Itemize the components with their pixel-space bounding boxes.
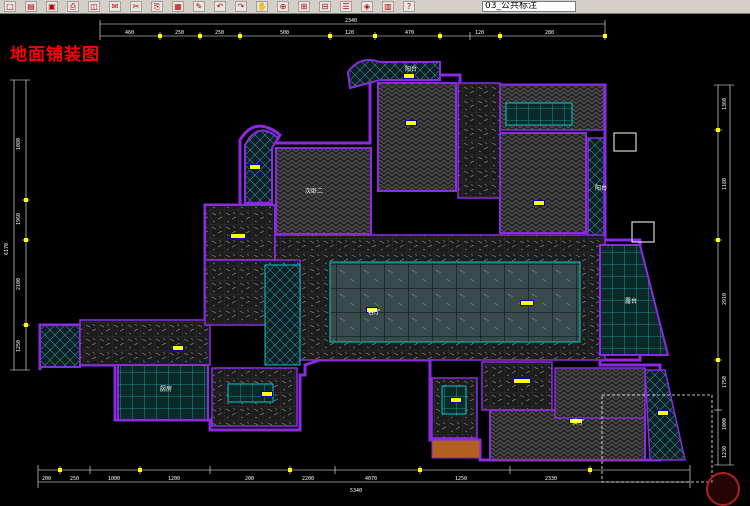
window-box — [613, 132, 637, 152]
living-room-floor — [329, 261, 581, 343]
redo-icon[interactable]: ↷ — [235, 1, 247, 12]
room-label-balcony-right: 阳台 — [595, 185, 608, 192]
room-tag[interactable] — [520, 300, 534, 306]
dim-top-overall: 2340 — [345, 18, 357, 24]
dim-top-4: 120 — [345, 30, 354, 36]
dim-right-4: 1000 — [722, 418, 728, 430]
drawing-title: 地面铺装图 — [10, 45, 100, 65]
properties-icon[interactable]: ☰ — [340, 1, 352, 12]
watermark-logo — [706, 472, 740, 506]
room-label-dining: 餐厅 — [572, 419, 585, 426]
room-tag[interactable] — [172, 345, 184, 351]
dim-bottom-overall: 5340 — [350, 488, 362, 494]
preview-icon[interactable]: ◫ — [88, 1, 100, 12]
room-tag[interactable] — [405, 120, 417, 126]
room-label-terrace: 露台 — [625, 298, 638, 305]
room-floors — [39, 59, 713, 483]
corridor-floor — [79, 319, 211, 366]
room-label-living: 客厅 — [368, 309, 381, 316]
dim-bottom-4: 200 — [245, 476, 254, 482]
dim-bottom-5: 2200 — [302, 476, 314, 482]
right-dimension-lines — [714, 84, 734, 466]
toolbar: □ ▤ ▣ ⎙ ◫ ✉ ✂ ⎘ ▦ ✎ ↶ ↷ ✋ ⊕ ⊞ ⊟ ☰ ◈ ▥? 03_公共标注 — [0, 0, 750, 14]
dim-top-0: 460 — [125, 30, 134, 36]
layer-dropdown[interactable]: 03_公共标注 — [482, 1, 576, 12]
foyer-strip — [264, 264, 301, 366]
dim-right-0: 1360 — [722, 98, 728, 110]
dim-right-2: 2910 — [722, 293, 728, 305]
dim-bottom-0: 200 — [42, 476, 51, 482]
new-icon[interactable]: □ — [4, 1, 16, 12]
tool-palette-icon[interactable]: ▥ — [382, 1, 394, 12]
room-tag[interactable] — [513, 378, 531, 384]
drawing-area[interactable]: 2340 460 250 250 500 120 470 120 280 534… — [0, 14, 750, 506]
threshold-strip — [431, 439, 481, 459]
dim-top-1: 250 — [175, 30, 184, 36]
dim-bottom-2: 1000 — [108, 476, 120, 482]
zoom-window-icon[interactable]: ⊞ — [298, 1, 310, 12]
bath-top-inset — [505, 102, 573, 126]
design-center-icon[interactable]: ◈ — [361, 1, 373, 12]
save-icon[interactable]: ▣ — [46, 1, 58, 12]
wardrobe-floor — [457, 82, 501, 199]
undo-icon[interactable]: ↶ — [214, 1, 226, 12]
dim-top-2: 250 — [215, 30, 224, 36]
room-tag[interactable] — [657, 410, 669, 416]
room-label-balcony-top: 阳台 — [405, 66, 418, 73]
help-icon[interactable]: ? — [403, 1, 415, 12]
room-label-bedroom-two: 次卧二 — [305, 188, 324, 195]
dim-bottom-8: 2330 — [545, 476, 557, 482]
room-tag[interactable] — [261, 391, 273, 397]
dim-bottom-6: 4070 — [365, 476, 377, 482]
dim-bottom-1: 250 — [70, 476, 79, 482]
room-tag[interactable] — [230, 233, 246, 239]
dim-bottom-7: 1250 — [455, 476, 467, 482]
dim-top-6: 120 — [475, 30, 484, 36]
room-tag[interactable] — [403, 73, 415, 79]
room-tag[interactable] — [450, 397, 462, 403]
dim-left-4: 1250 — [16, 340, 22, 352]
open-icon[interactable]: ▤ — [25, 1, 37, 12]
print-icon[interactable]: ⎙ — [67, 1, 79, 12]
dim-bottom-3: 1200 — [168, 476, 180, 482]
dining-upper-floor — [554, 367, 646, 419]
match-icon[interactable]: ✎ — [193, 1, 205, 12]
bedroom-master-floor — [377, 82, 457, 192]
room-tag[interactable] — [533, 200, 545, 206]
dim-top-3: 500 — [280, 30, 289, 36]
entry-balcony-floor — [39, 324, 81, 368]
dim-left-0: 6170 — [4, 243, 10, 255]
bedroom-two-floor — [275, 147, 372, 235]
zoom-previous-icon[interactable]: ⊟ — [319, 1, 331, 12]
dim-right-3: 1750 — [722, 376, 728, 388]
dim-right-5: 1230 — [722, 446, 728, 458]
floor-plan: 2340 460 250 250 500 120 470 120 280 534… — [4, 18, 734, 494]
layer-name: 03_公共标注 — [485, 1, 537, 11]
powder-room-floor — [481, 361, 553, 411]
room-label-kitchen: 厨房 — [160, 386, 173, 393]
bottom-dimension-lines — [37, 465, 691, 488]
bedroom-three-floor — [499, 132, 587, 234]
dim-left-1: 1080 — [16, 138, 22, 150]
copy-icon[interactable]: ⎘ — [151, 1, 163, 12]
dim-right-1: 1180 — [722, 178, 728, 190]
zoom-icon[interactable]: ⊕ — [277, 1, 289, 12]
room-tag[interactable] — [249, 164, 261, 170]
dim-top-5: 470 — [405, 30, 414, 36]
cut-icon[interactable]: ✂ — [130, 1, 142, 12]
dim-top-7: 280 — [545, 30, 554, 36]
paste-icon[interactable]: ▦ — [172, 1, 184, 12]
dim-left-2: 1960 — [16, 213, 22, 225]
dim-left-3: 2100 — [16, 278, 22, 290]
pan-icon[interactable]: ✋ — [256, 1, 268, 12]
publish-icon[interactable]: ✉ — [109, 1, 121, 12]
